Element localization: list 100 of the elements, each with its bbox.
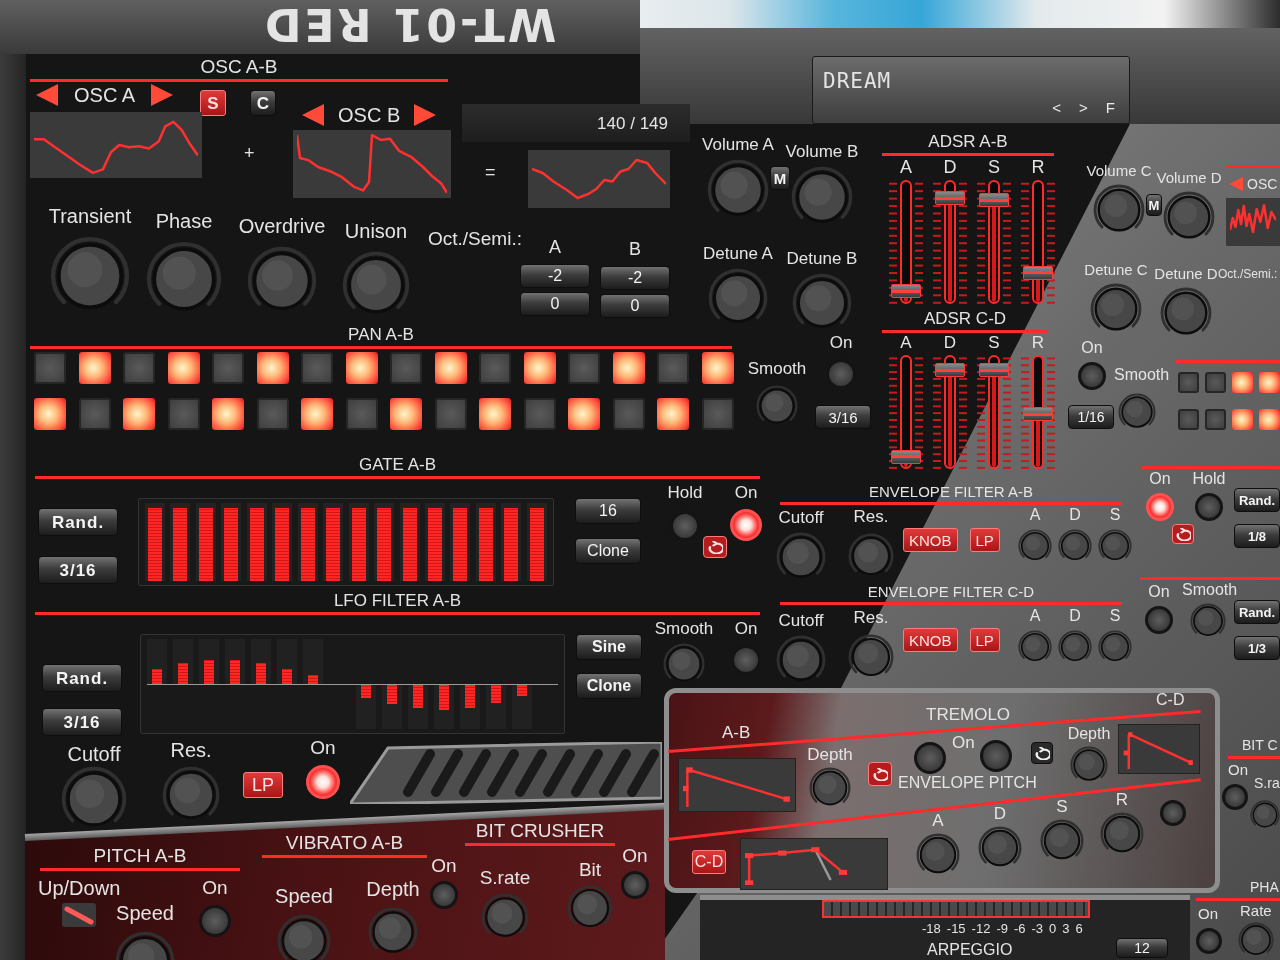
clone-button[interactable]: Clone <box>576 673 642 699</box>
rate-button[interactable]: 3/16 <box>42 708 122 736</box>
waveform-button[interactable]: Sine <box>576 634 642 660</box>
loop-button[interactable] <box>703 536 727 558</box>
filter-type-button[interactable]: LP <box>243 772 283 798</box>
rate-button[interactable]: 1/3 <box>1234 636 1280 660</box>
loop-button[interactable] <box>1031 742 1053 764</box>
mute-button[interactable]: M <box>770 166 790 190</box>
led-toggle[interactable] <box>730 509 762 541</box>
rate-button[interactable]: 1/8 <box>1234 524 1280 548</box>
fader[interactable] <box>977 355 1011 469</box>
filter-type-button[interactable]: LP <box>969 528 1000 552</box>
control-label: Overdrive <box>238 216 326 236</box>
fader-thumb[interactable] <box>979 193 1009 208</box>
step-slider[interactable] <box>511 684 532 729</box>
control-label: D <box>943 158 957 176</box>
pad-button[interactable] <box>345 352 378 384</box>
pad-button[interactable] <box>701 352 734 384</box>
step-slider[interactable] <box>251 639 272 684</box>
fader[interactable] <box>889 180 923 304</box>
knob[interactable] <box>1018 529 1052 563</box>
section-title: VIBRATO A-B <box>285 833 404 852</box>
random-button[interactable]: Rand. <box>1234 488 1280 512</box>
mode-button[interactable]: S <box>200 90 226 116</box>
step-slider[interactable] <box>277 639 298 684</box>
knob[interactable] <box>277 914 331 960</box>
fader[interactable] <box>977 180 1011 304</box>
step-slider[interactable] <box>407 684 428 729</box>
mute-button[interactable]: M <box>1146 194 1162 216</box>
knob[interactable] <box>1058 529 1092 563</box>
step-slider[interactable] <box>459 684 480 729</box>
envelope-mode-button[interactable]: KNOB <box>903 528 958 552</box>
rate-button[interactable]: 3/16 <box>38 556 118 584</box>
preset-nav-button[interactable]: F <box>1105 100 1115 115</box>
random-button[interactable]: Rand. <box>38 508 118 536</box>
control-label: A <box>1029 507 1041 523</box>
pad-button[interactable] <box>256 352 289 384</box>
pad-button[interactable] <box>78 352 111 384</box>
toggle-switch[interactable] <box>62 903 96 927</box>
target-button[interactable]: C-D <box>692 850 726 874</box>
logo-text: WT-01 RED <box>262 2 557 46</box>
pad-button[interactable] <box>434 352 467 384</box>
rate-button[interactable]: 1/16 <box>1068 405 1114 429</box>
left-arrow-icon[interactable] <box>36 84 58 106</box>
pad-button[interactable] <box>167 352 200 384</box>
knob[interactable] <box>1018 630 1052 664</box>
mode-button[interactable]: C <box>250 90 276 116</box>
filter-type-button[interactable]: LP <box>969 628 1000 652</box>
preset-nav-button[interactable]: > <box>1079 100 1088 115</box>
step-slider[interactable] <box>433 684 454 729</box>
section-title: ADSR C-D <box>923 310 1007 327</box>
random-button[interactable]: Rand. <box>1234 600 1280 624</box>
rate-button[interactable]: 3/16 <box>815 405 871 429</box>
step-slider[interactable] <box>485 684 506 729</box>
fader-thumb[interactable] <box>891 284 921 299</box>
value-button[interactable]: 12 <box>1116 938 1168 958</box>
pad-button[interactable] <box>523 352 556 384</box>
right-arrow-icon[interactable] <box>151 84 174 106</box>
step-slider[interactable] <box>147 639 167 684</box>
knob[interactable] <box>1098 529 1132 563</box>
left-arrow-icon[interactable] <box>302 104 324 126</box>
step-slider[interactable] <box>225 639 246 684</box>
step-slider[interactable] <box>355 684 376 729</box>
random-button[interactable]: Rand. <box>42 664 122 692</box>
fader[interactable] <box>933 355 967 469</box>
semitone-button[interactable]: 0 <box>520 292 590 316</box>
semitone-button[interactable]: 0 <box>600 294 670 318</box>
knob[interactable] <box>1190 603 1226 639</box>
fader-thumb[interactable] <box>1023 407 1053 421</box>
control-label: Detune B <box>786 250 858 267</box>
octave-button[interactable]: -2 <box>520 264 590 288</box>
fader-thumb[interactable] <box>935 363 965 377</box>
knob[interactable] <box>1058 630 1092 664</box>
right-arrow-icon[interactable] <box>414 104 437 126</box>
step-slider[interactable] <box>199 639 220 684</box>
section-title: BIT CRUSHER <box>475 821 605 840</box>
step-slider[interactable] <box>381 684 402 729</box>
step-slider[interactable] <box>303 639 324 684</box>
fader[interactable] <box>1021 180 1055 304</box>
knob[interactable] <box>1118 393 1156 431</box>
knob[interactable] <box>1238 922 1274 958</box>
envelope-mode-button[interactable]: KNOB <box>903 628 958 652</box>
preset-nav-button[interactable]: < <box>1052 100 1062 115</box>
fader[interactable] <box>1021 355 1055 469</box>
knob[interactable] <box>1098 630 1132 664</box>
fader[interactable] <box>889 355 923 469</box>
fader-thumb[interactable] <box>979 363 1009 377</box>
led-toggle[interactable] <box>306 765 340 799</box>
clone-button[interactable]: Clone <box>575 538 641 564</box>
steps-button[interactable]: 16 <box>575 498 641 524</box>
octave-button[interactable]: -2 <box>600 266 670 290</box>
knob[interactable] <box>1250 800 1280 830</box>
fader-thumb[interactable] <box>935 191 965 205</box>
pad-button[interactable] <box>612 352 645 384</box>
section-title: TREMOLO <box>926 706 1011 723</box>
control-label: On <box>622 846 648 865</box>
fader-thumb[interactable] <box>891 450 921 464</box>
step-slider[interactable] <box>173 639 194 684</box>
fader[interactable] <box>933 180 967 304</box>
knob[interactable] <box>1070 746 1108 784</box>
